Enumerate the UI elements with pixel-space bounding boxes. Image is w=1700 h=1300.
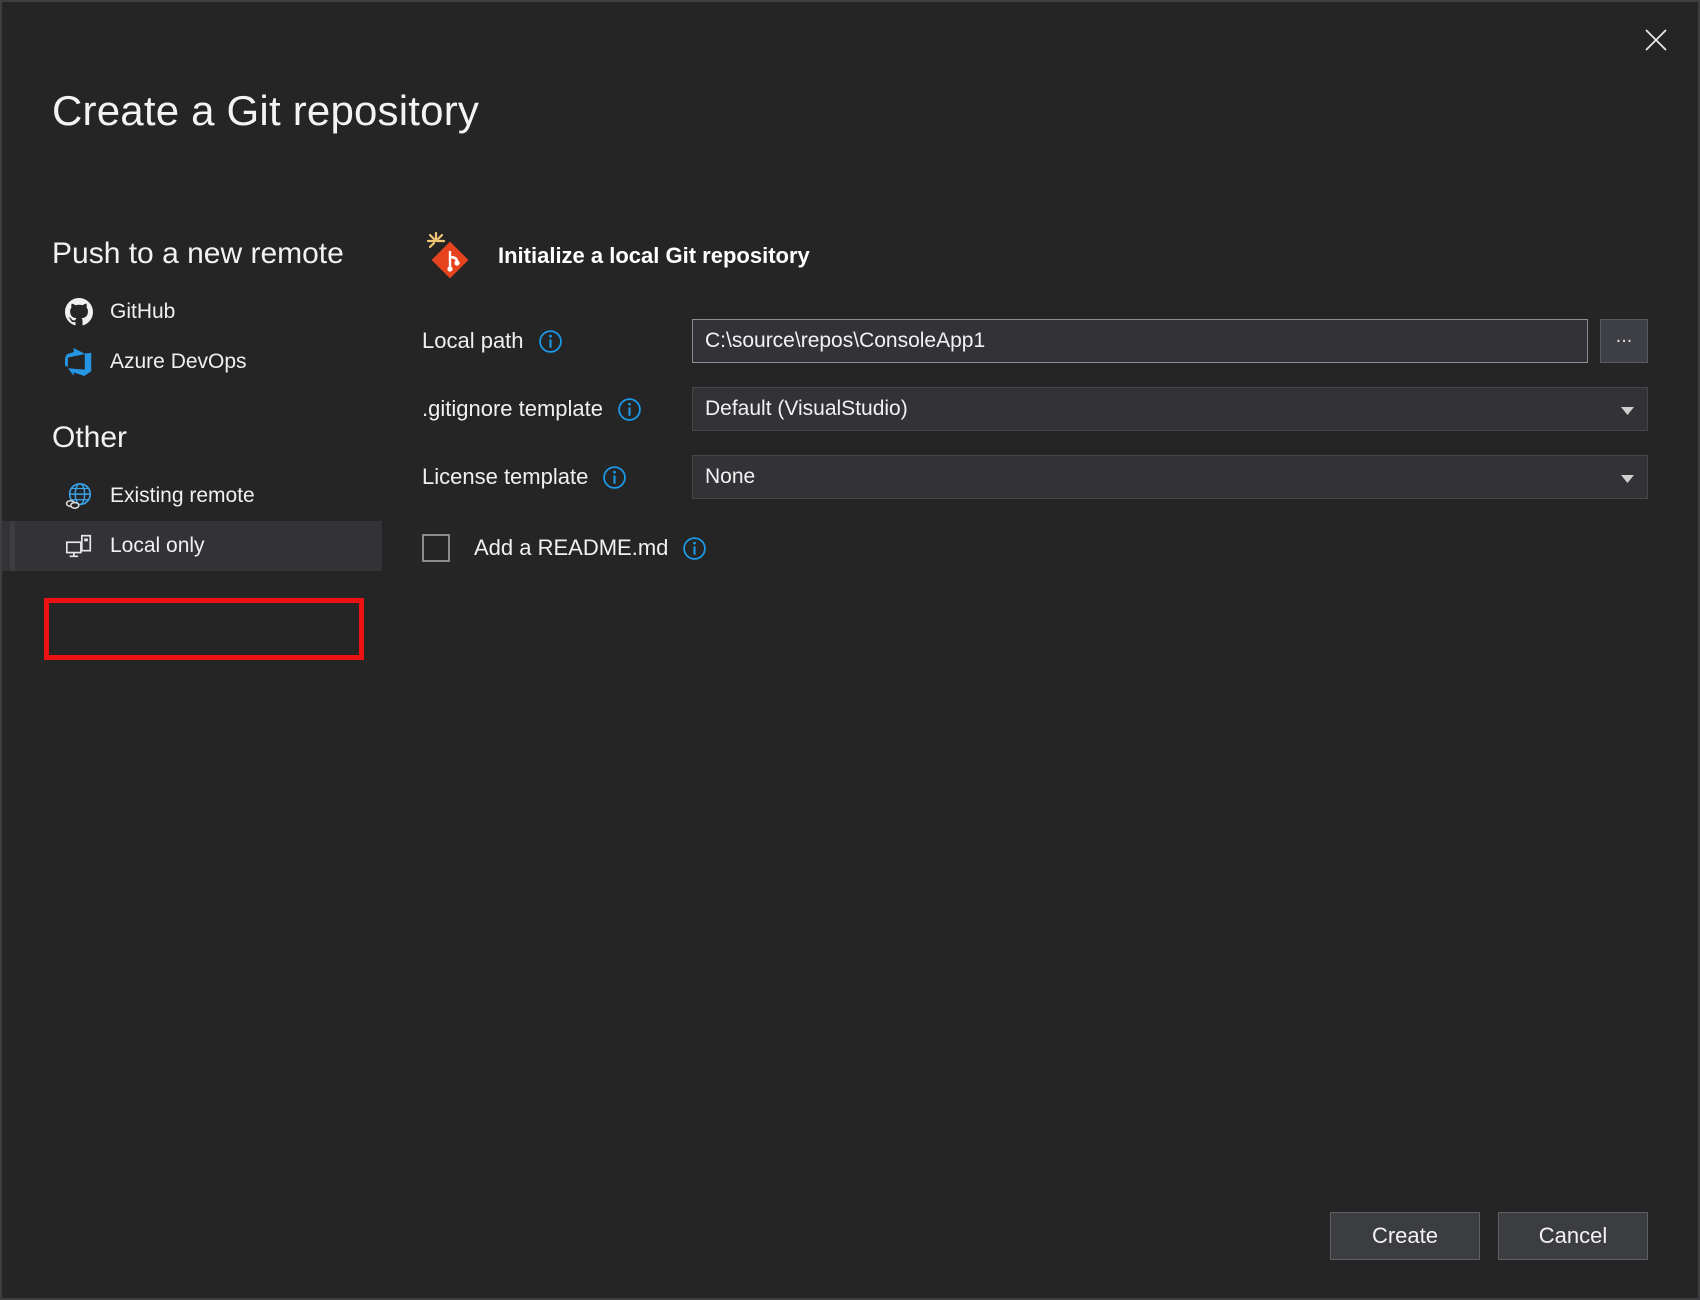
panel-initialize-local-repo: Initialize a local Git repository Local … [422,230,1648,562]
globe-link-icon [64,481,94,511]
browse-button[interactable]: ... [1600,319,1648,363]
info-icon[interactable] [538,329,563,354]
local-computer-icon [64,531,94,561]
sidebar-heading-other: Other [2,421,382,455]
sidebar-item-label: Existing remote [110,484,255,508]
sidebar-heading-push: Push to a new remote [2,237,382,271]
gitignore-selected-value: Default (VisualStudio) [705,397,908,421]
sidebar-group-push-to-new-remote: Push to a new remote GitHub Azure DevOps [2,237,382,387]
dialog-footer: Create Cancel [1330,1212,1648,1260]
info-icon[interactable] [602,465,627,490]
license-template-select[interactable]: None [692,455,1648,499]
close-icon [1643,27,1669,53]
sidebar-item-existing-remote[interactable]: Existing remote [2,471,382,521]
sidebar-group-other: Other Existing remote [2,421,382,571]
azure-devops-icon [64,347,94,377]
info-icon[interactable] [682,536,707,561]
annotation-highlight-local-only [44,598,364,660]
sidebar-item-label: GitHub [110,300,175,324]
gitignore-field-wrap: Default (VisualStudio) [692,387,1648,431]
chevron-down-icon [1621,397,1634,421]
license-selected-value: None [705,465,755,489]
gitignore-template-label: .gitignore template [422,396,692,422]
chevron-down-icon [1621,465,1634,489]
create-button[interactable]: Create [1330,1212,1480,1260]
sidebar-item-local-only[interactable]: Local only [2,521,382,571]
close-button[interactable] [1628,16,1684,64]
license-field-wrap: None [692,455,1648,499]
github-icon [64,297,94,327]
panel-header: Initialize a local Git repository [422,230,1648,282]
git-repository-icon [422,230,474,282]
sidebar-item-github[interactable]: GitHub [2,287,382,337]
sidebar-item-label: Local only [110,534,205,558]
panel-title: Initialize a local Git repository [498,243,810,269]
local-path-label: Local path [422,328,692,354]
form-row-gitignore-template: .gitignore template Default (VisualStudi… [422,386,1648,432]
license-template-label: License template [422,464,692,490]
page-title: Create a Git repository [52,87,479,135]
local-path-input[interactable] [692,319,1588,363]
local-path-field-wrap: ... [692,319,1648,363]
add-readme-label: Add a README.md [474,535,668,561]
form-row-add-readme: Add a README.md [422,534,1648,562]
create-git-repository-dialog: Create a Git repository Push to a new re… [0,0,1700,1300]
sidebar: Push to a new remote GitHub Azure DevOps [2,237,382,605]
sidebar-item-label: Azure DevOps [110,350,247,374]
add-readme-checkbox[interactable] [422,534,450,562]
cancel-button[interactable]: Cancel [1498,1212,1648,1260]
form-row-license-template: License template None [422,454,1648,500]
info-icon[interactable] [617,397,642,422]
form-row-local-path: Local path ... [422,318,1648,364]
sidebar-item-azure-devops[interactable]: Azure DevOps [2,337,382,387]
gitignore-template-select[interactable]: Default (VisualStudio) [692,387,1648,431]
